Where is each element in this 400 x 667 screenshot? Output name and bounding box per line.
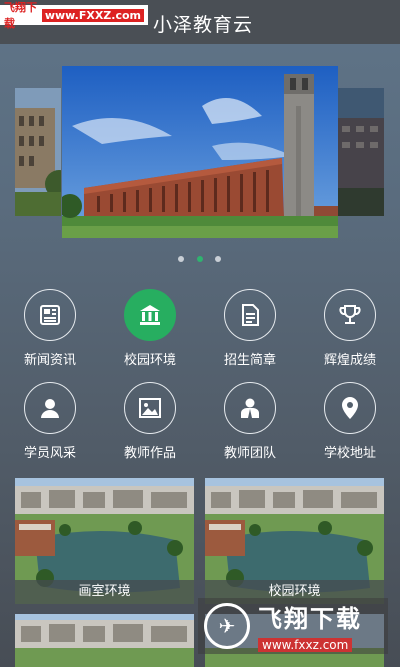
document-icon — [224, 289, 276, 341]
watermark-top: 飞翔下载 www.FXXZ.com — [0, 1, 148, 30]
watermark-brand: 飞翔下载 — [258, 605, 362, 633]
menu-label: 学校地址 — [323, 446, 376, 461]
menu-label: 新闻资讯 — [23, 353, 76, 368]
person-icon — [24, 382, 76, 434]
menu-item-admissions[interactable]: 招生简章 — [200, 285, 300, 375]
carousel-dot[interactable] — [215, 256, 221, 262]
menu-item-teacher-works[interactable]: 教师作品 — [100, 378, 200, 468]
app-header: 飞翔下载 www.FXXZ.com 小泽教育云 — [0, 0, 400, 44]
feature-menu: 新闻资讯 校园环境 招生简章 辉煌成绩 学员风采 教师作品 教师团队 学校地址 — [0, 285, 400, 465]
banner-carousel[interactable] — [0, 44, 400, 274]
carousel-main-image[interactable] — [62, 66, 338, 238]
teacher-icon — [224, 382, 276, 434]
trophy-icon — [324, 289, 376, 341]
watermark-brand: 飞翔下载 — [4, 1, 37, 30]
card-partial[interactable] — [15, 614, 194, 667]
menu-label: 招生简章 — [223, 353, 276, 368]
card-studio-environment[interactable]: 画室环境 — [15, 478, 194, 604]
menu-item-news[interactable]: 新闻资讯 — [0, 285, 100, 375]
watermark-url: www.fxxz.com — [258, 638, 353, 652]
app-title: 小泽教育云 — [153, 14, 254, 36]
watermark-logo-icon: ✈ — [204, 603, 250, 649]
carousel-indicator — [0, 256, 400, 264]
carousel-dot-active[interactable] — [197, 256, 203, 262]
menu-item-students[interactable]: 学员风采 — [0, 378, 100, 468]
menu-label: 校园环境 — [123, 353, 176, 368]
carousel-next-image[interactable] — [338, 88, 384, 216]
carousel-prev-image[interactable] — [15, 88, 61, 216]
menu-label: 教师作品 — [123, 446, 176, 461]
menu-item-campus[interactable]: 校园环境 — [100, 285, 200, 375]
menu-item-achievements[interactable]: 辉煌成绩 — [300, 285, 400, 375]
card-image — [15, 614, 194, 667]
menu-label: 辉煌成绩 — [323, 353, 376, 368]
menu-label: 学员风采 — [23, 446, 76, 461]
picture-icon — [124, 382, 176, 434]
menu-item-address[interactable]: 学校地址 — [300, 378, 400, 468]
menu-item-teacher-team[interactable]: 教师团队 — [200, 378, 300, 468]
newspaper-icon — [24, 289, 76, 341]
card-campus-environment[interactable]: 校园环境 — [205, 478, 384, 604]
watermark-url: www.FXXZ.com — [41, 8, 144, 22]
location-pin-icon — [324, 382, 376, 434]
bank-building-icon — [124, 289, 176, 341]
watermark-bottom: ✈ 飞翔下载 www.fxxz.com — [198, 598, 388, 654]
card-label: 画室环境 — [15, 580, 194, 604]
menu-label: 教师团队 — [223, 446, 276, 461]
carousel-dot[interactable] — [178, 256, 184, 262]
